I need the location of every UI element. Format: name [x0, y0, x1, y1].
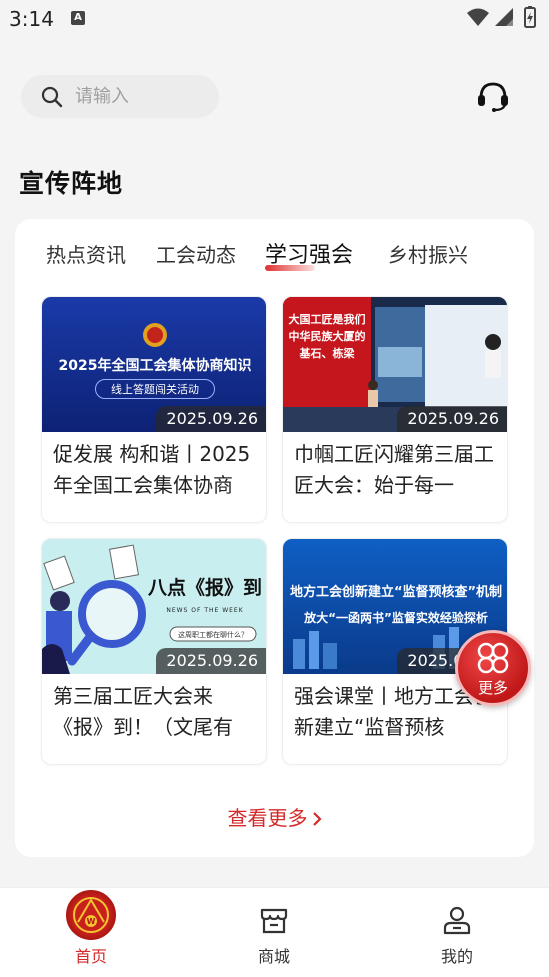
floating-more-label: 更多 [477, 679, 508, 697]
status-icons [467, 6, 536, 28]
article-card[interactable]: 2025年全国工会集体协商知识 线上答题闯关活动 2025.09.26 促发展 … [41, 296, 267, 523]
search-box[interactable] [21, 75, 219, 118]
article-thumbnail: 八点《报》到 NEWS OF THE WEEK 这周职工都在聊什么？ 2025.… [42, 539, 266, 674]
search-icon [41, 86, 63, 108]
search-input[interactable] [75, 75, 215, 118]
date-badge: 2025.09.26 [156, 406, 266, 432]
floating-more-button[interactable]: 更多 [455, 630, 531, 706]
article-title: 促发展 构和谐丨2025年全国工会集体协商 [53, 442, 251, 497]
nav-home[interactable]: W 首页 [31, 888, 151, 977]
article-card[interactable]: 大国工匠是我们中华民族大厦的基石、栋梁 2025.09.26 巾帼工匠闪耀第三届… [282, 296, 508, 523]
status-time: 3:14 [9, 7, 54, 31]
thumb-headline: 地方工会创新建立“监督预核查”机制 [289, 585, 503, 600]
nav-store-label: 商城 [257, 947, 290, 966]
article-title: 第三届工匠大会来《报》到！（文尾有 [53, 684, 233, 739]
thumb-headline: 八点《报》到 [147, 577, 262, 599]
nav-store[interactable]: 商城 [214, 888, 334, 977]
tab-bar: 热点资讯 工会动态 学习强会 乡村振兴 [15, 239, 534, 279]
wifi-icon [467, 8, 489, 26]
svg-text:W: W [87, 917, 96, 926]
thumb-tag: 这周职工都在聊什么？ [178, 631, 248, 639]
clover-icon [477, 642, 509, 674]
section-title: 宣传阵地 [19, 169, 124, 198]
customer-service-icon[interactable] [475, 78, 511, 114]
status-bar: 3:14 A [0, 0, 549, 38]
chevron-right-icon [312, 812, 322, 826]
nav-home-label: 首页 [74, 947, 107, 966]
article-thumbnail: 2025年全国工会集体协商知识 线上答题闯关活动 2025.09.26 [42, 297, 266, 432]
tab-union-news[interactable]: 工会动态 [156, 239, 236, 268]
nav-profile-label: 我的 [440, 947, 473, 966]
thumb-subtitle: NEWS OF THE WEEK [166, 607, 244, 614]
tab-hot-news[interactable]: 热点资讯 [46, 239, 126, 268]
thumb-headline: 大国工匠是我们中华民族大厦的基石、栋梁 [288, 313, 366, 360]
tab-rural-revitalization[interactable]: 乡村振兴 [388, 239, 468, 268]
user-icon [443, 906, 471, 935]
tab-study[interactable]: 学习强会 [265, 237, 353, 271]
article-thumbnail: 大国工匠是我们中华民族大厦的基石、栋梁 2025.09.26 [283, 297, 507, 432]
date-badge: 2025.09.26 [397, 406, 507, 432]
thumb-subtitle: 放大“一函两书”监督实效经验探析 [304, 611, 488, 625]
store-icon [260, 908, 288, 934]
see-more-link[interactable]: 查看更多 [15, 802, 534, 831]
article-card[interactable]: 八点《报》到 NEWS OF THE WEEK 这周职工都在聊什么？ 2025.… [41, 538, 267, 765]
thumb-headline: 2025年全国工会集体协商知识 [58, 358, 252, 374]
union-emblem-icon: W [66, 890, 116, 940]
news-card: 热点资讯 工会动态 学习强会 乡村振兴 2025年全国工会集体协商知识 线上答题… [15, 219, 534, 857]
date-badge: 2025.09.26 [156, 648, 266, 674]
notification-a-icon: A [71, 11, 85, 25]
article-title: 巾帼工匠闪耀第三届工匠大会：始于每一 [294, 442, 494, 497]
thumb-subtitle: 线上答题闯关活动 [95, 379, 215, 399]
nav-profile[interactable]: 我的 [397, 888, 517, 977]
bottom-nav: W 首页 商城 我的 [0, 887, 549, 977]
